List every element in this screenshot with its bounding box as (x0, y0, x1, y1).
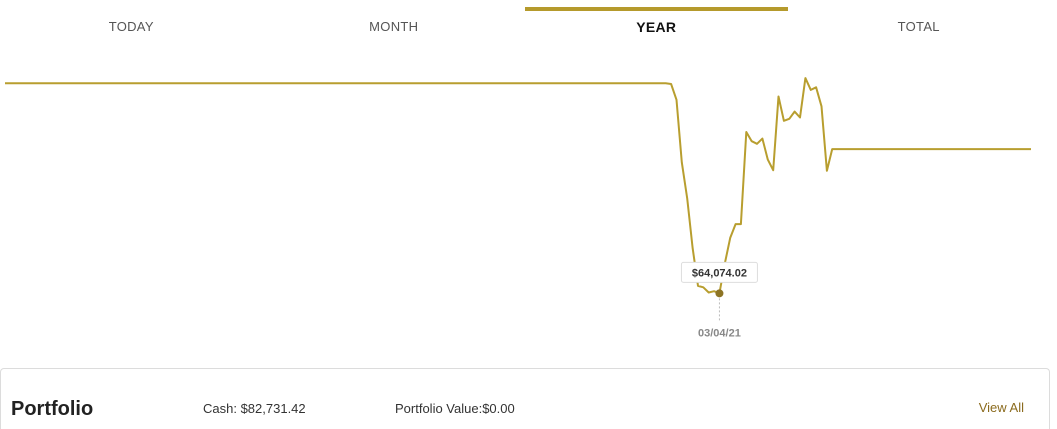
portfolio-value: Portfolio Value:$0.00 (395, 401, 515, 416)
tooltip-value: $64,074.02 (692, 267, 747, 279)
tab-label: YEAR (636, 19, 677, 35)
cash-balance: Cash: $82,731.42 (203, 401, 306, 416)
tab-month[interactable]: MONTH (263, 0, 526, 52)
series-line (5, 77, 1031, 295)
hover-point (715, 289, 724, 298)
portfolio-summary-card: Portfolio Cash: $82,731.42 Portfolio Val… (0, 368, 1050, 429)
tab-total[interactable]: TOTAL (788, 0, 1051, 52)
tab-active-indicator (525, 7, 788, 11)
tab-today[interactable]: TODAY (0, 0, 263, 52)
tab-label: MONTH (369, 19, 419, 34)
portfolio-value-chart[interactable]: $64,074.02 03/04/21 (0, 52, 1057, 352)
portfolio-title: Portfolio (11, 398, 94, 420)
range-tabs: TODAY MONTH YEAR TOTAL (0, 0, 1050, 52)
tooltip-date: 03/04/21 (698, 327, 741, 339)
tab-label: TODAY (108, 19, 154, 34)
tab-year[interactable]: YEAR (525, 0, 788, 52)
tab-label: TOTAL (897, 19, 940, 34)
view-all-link[interactable]: View All (979, 400, 1024, 415)
